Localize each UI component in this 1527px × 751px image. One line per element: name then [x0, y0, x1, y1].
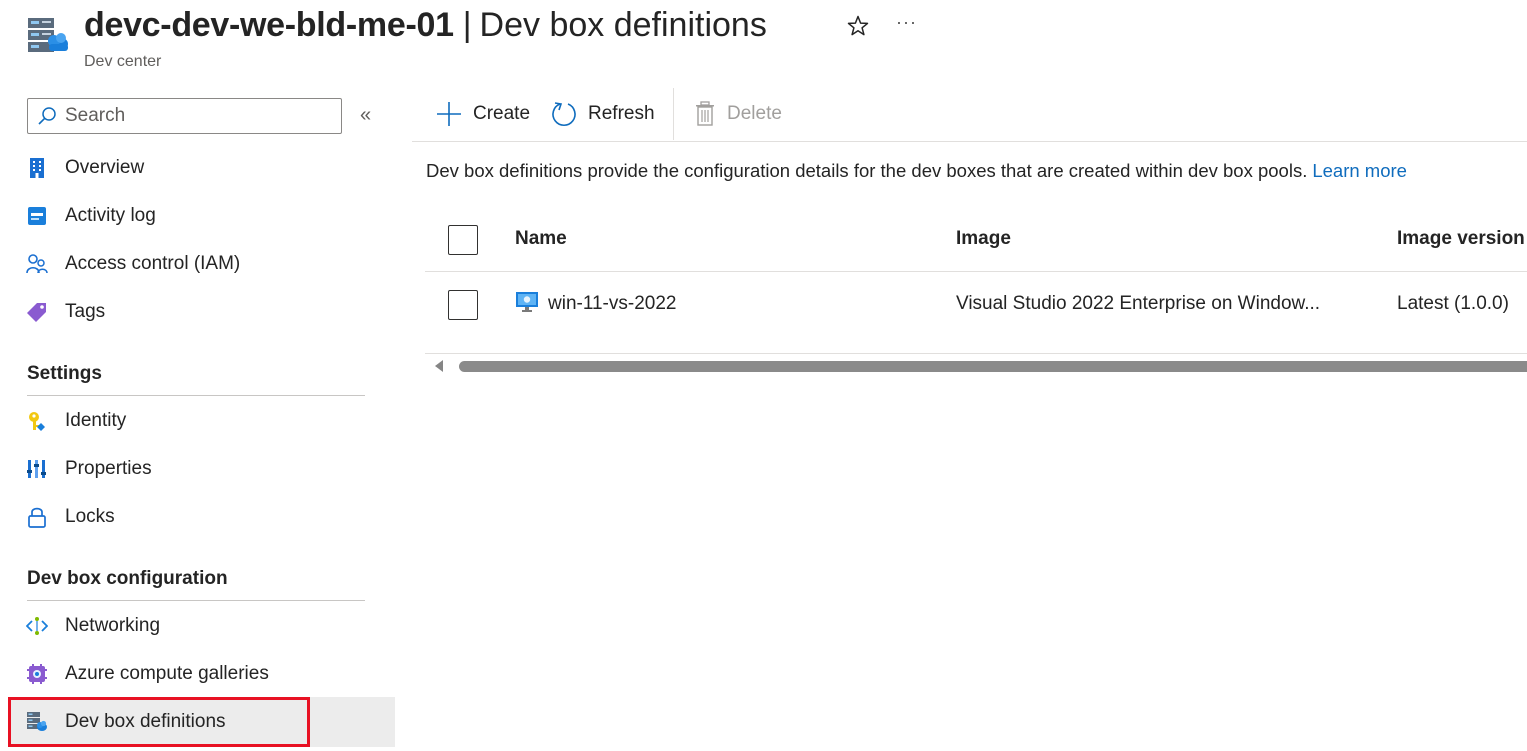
sidebar-item-label: Networking: [65, 615, 161, 636]
page-description: Dev box definitions provide the configur…: [426, 160, 1407, 182]
resource-name: devc-dev-we-bld-me-01: [84, 6, 454, 44]
sidebar-item-label: Azure compute galleries: [65, 663, 269, 684]
command-bar: Create Refresh Delete: [412, 84, 1527, 142]
row-checkbox[interactable]: [448, 290, 478, 320]
page-title: devc-dev-we-bld-me-01 | Dev box definiti…: [84, 6, 767, 45]
column-header-name[interactable]: Name: [515, 228, 567, 250]
properties-icon: [27, 460, 46, 478]
table-header-row: Name Image Image version: [425, 204, 1527, 272]
search-icon: [38, 107, 56, 125]
sidebar-item-overview[interactable]: Overview: [16, 146, 386, 190]
page-name: Dev box definitions: [479, 6, 767, 44]
more-options-icon[interactable]: ···: [896, 12, 917, 33]
activity-log-icon: [28, 207, 46, 225]
sidebar-item-networking[interactable]: Networking: [16, 604, 386, 648]
section-title-dev-box-configuration: Dev box configuration: [27, 568, 228, 589]
refresh-label: Refresh: [588, 103, 655, 124]
create-button[interactable]: Create: [436, 98, 530, 130]
refresh-icon: [552, 102, 576, 126]
sidebar-item-identity[interactable]: Identity: [16, 399, 386, 443]
sidebar-item-label: Properties: [65, 458, 152, 479]
scrollbar-thumb[interactable]: [459, 361, 1527, 372]
sidebar-item-label: Access control (IAM): [65, 253, 241, 274]
scroll-left-arrow-icon[interactable]: [435, 360, 443, 372]
dev-center-icon: [28, 18, 68, 52]
sidebar-item-activity-log[interactable]: Activity log: [16, 194, 386, 238]
tag-icon: [27, 303, 46, 322]
create-label: Create: [473, 103, 531, 124]
search-box[interactable]: [27, 98, 342, 134]
sidebar-item-label: Locks: [65, 506, 115, 527]
cell-image: Visual Studio 2022 Enterprise on Window.…: [956, 293, 1321, 314]
toolbar-separator: [673, 88, 674, 140]
sidebar-item-locks[interactable]: Locks: [16, 495, 386, 539]
building-icon: [30, 158, 44, 178]
sidebar-item-label: Dev box definitions: [65, 711, 226, 732]
sidebar-item-dev-box-definitions[interactable]: Dev box definitions: [8, 697, 395, 747]
section-divider: [27, 395, 365, 396]
resource-type: Dev center: [84, 53, 162, 70]
favorite-star-icon[interactable]: [846, 14, 870, 38]
delete-button[interactable]: Delete: [694, 98, 782, 130]
definition-name-link[interactable]: win-11-vs-2022: [548, 293, 676, 315]
network-icon: [26, 617, 48, 635]
description-text: Dev box definitions provide the configur…: [426, 160, 1308, 181]
trash-icon: [696, 101, 714, 126]
select-all-checkbox[interactable]: [448, 225, 478, 255]
sidebar-item-access-control[interactable]: Access control (IAM): [16, 242, 386, 286]
learn-more-link[interactable]: Learn more: [1312, 160, 1407, 181]
dev-box-definition-icon: [516, 292, 538, 312]
main-content: Create Refresh Delete Dev box definition…: [412, 84, 1527, 751]
sidebar-item-label: Activity log: [65, 205, 156, 226]
sidebar: « Overview Activity log Access control (…: [0, 84, 396, 751]
sidebar-item-azure-compute-galleries[interactable]: Azure compute galleries: [16, 652, 386, 696]
section-title-settings: Settings: [27, 363, 102, 384]
cell-image-version: Latest (1.0.0): [1397, 293, 1509, 314]
table-row[interactable]: win-11-vs-2022 Visual Studio 2022 Enterp…: [425, 272, 1527, 354]
key-icon: [29, 412, 45, 431]
delete-label: Delete: [727, 103, 782, 124]
title-separator: |: [462, 6, 472, 44]
plus-icon: [437, 102, 461, 126]
search-input[interactable]: [65, 105, 325, 127]
lock-icon: [28, 507, 46, 528]
sidebar-item-label: Identity: [65, 410, 127, 431]
horizontal-scrollbar[interactable]: [425, 355, 1527, 377]
sidebar-item-properties[interactable]: Properties: [16, 447, 386, 491]
sidebar-item-label: Overview: [65, 157, 145, 178]
dev-box-icon: [27, 712, 47, 731]
sidebar-item-tags[interactable]: Tags: [16, 290, 386, 334]
section-divider: [27, 600, 365, 601]
people-icon: [26, 254, 48, 274]
gallery-icon: [27, 664, 47, 684]
page-header: devc-dev-we-bld-me-01 | Dev box definiti…: [0, 0, 1527, 80]
sidebar-item-label: Tags: [65, 301, 106, 322]
collapse-sidebar-icon[interactable]: «: [360, 104, 371, 126]
refresh-button[interactable]: Refresh: [551, 98, 655, 130]
column-header-image-version[interactable]: Image version: [1397, 228, 1525, 250]
column-header-image[interactable]: Image: [956, 228, 1011, 250]
